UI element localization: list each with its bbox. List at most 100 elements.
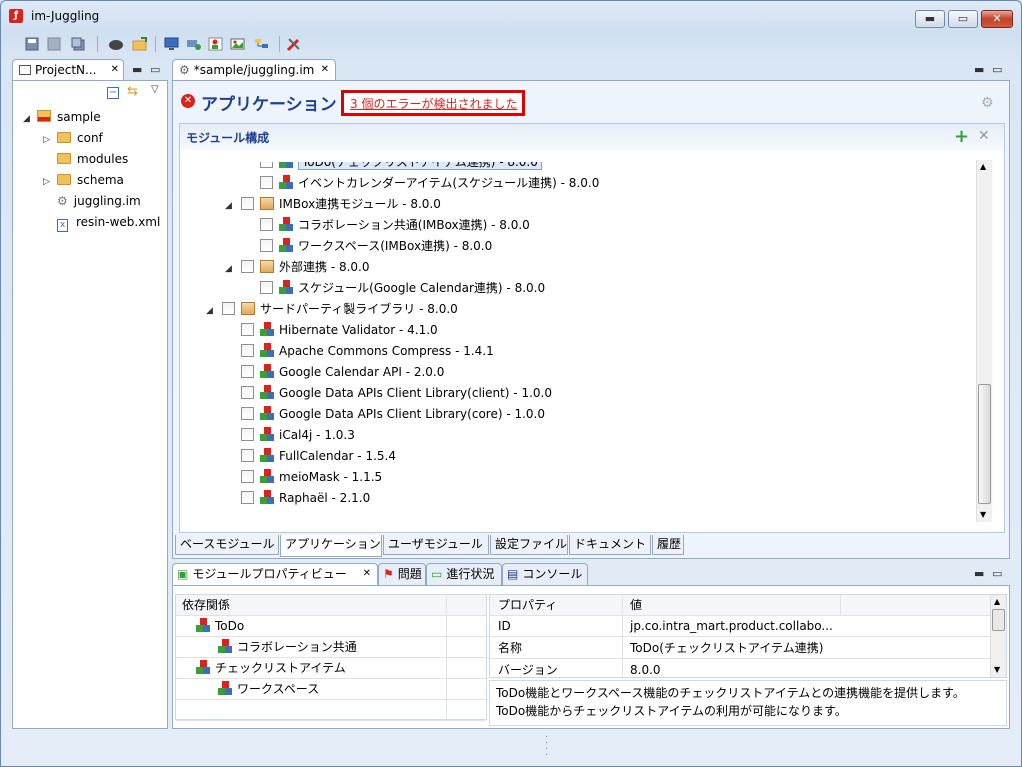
save-all-icon[interactable] (45, 35, 63, 53)
module-checkbox[interactable] (241, 428, 254, 441)
tree-item[interactable]: ▷ schema (43, 170, 124, 190)
remove-module-button[interactable]: ✕ (978, 128, 990, 144)
scroll-down-icon[interactable]: ▼ (994, 665, 1000, 674)
module-tree-item[interactable]: Raphaël - 2.1.0 (225, 488, 370, 508)
property-scrollbar[interactable]: ▲ ▼ (990, 595, 1006, 677)
editor-page-tab[interactable]: ベースモジュール (175, 535, 279, 555)
bottom-view-tab[interactable]: ▭ 進行状況 (426, 563, 502, 585)
property-row[interactable]: ID jp.co.intra_mart.product.collabo... (490, 616, 990, 637)
collapse-toggle-icon[interactable]: ◢ (225, 196, 235, 216)
module-tree-item[interactable]: FullCalendar - 1.5.4 (225, 446, 396, 466)
view-menu-icon[interactable]: ▽ (151, 84, 159, 95)
bottom-view-tab[interactable]: ▣ モジュールプロパティビュー ✕ (172, 563, 378, 585)
tree-item[interactable]: ◢ sample (23, 107, 101, 127)
minimize-button[interactable]: ▬ (915, 10, 945, 28)
close-icon[interactable]: ✕ (363, 564, 371, 584)
module-tree-item[interactable]: Google Data APIs Client Library(client) … (225, 383, 552, 403)
link-editor-icon[interactable]: ⇆ (127, 84, 138, 99)
module-checkbox[interactable] (241, 491, 254, 504)
editor-page-tab[interactable]: 履歴 (652, 535, 684, 555)
expand-toggle-icon[interactable]: ▷ (43, 130, 53, 150)
module-checkbox[interactable] (260, 176, 273, 189)
collapse-toggle-icon[interactable]: ◢ (225, 259, 235, 279)
image-icon[interactable] (229, 35, 247, 53)
tree-item[interactable]: x resin-web.xml (43, 212, 160, 232)
bottom-view-tab[interactable]: ▤ コンソール (502, 563, 588, 585)
maximize-button[interactable]: ▭ (948, 10, 978, 28)
module-tree-item[interactable]: ◢ サードパーティ製ライブラリ - 8.0.0 (206, 299, 458, 319)
add-module-button[interactable]: + (954, 126, 969, 147)
module-tree-item[interactable]: コラボレーション共通(IMBox連携) - 8.0.0 (244, 215, 530, 235)
minimize-view-icon[interactable]: ▬ (974, 567, 984, 580)
save-icon[interactable] (23, 35, 41, 53)
module-checkbox[interactable] (241, 344, 254, 357)
maximize-view-icon[interactable]: ▭ (150, 63, 160, 76)
tree-item[interactable]: ▷ conf (43, 128, 103, 148)
maximize-view-icon[interactable]: ▭ (992, 63, 1002, 76)
module-tree-item[interactable]: ◢ 外部連携 - 8.0.0 (225, 257, 370, 277)
open-folder-icon[interactable] (131, 35, 149, 53)
editor-page-tab[interactable]: ドキュメント (569, 535, 651, 555)
person-icon[interactable] (207, 35, 225, 53)
expand-toggle-icon[interactable]: ▷ (43, 172, 53, 192)
expand-toggle-icon[interactable]: ◢ (23, 109, 33, 129)
close-button[interactable]: ✕ (981, 10, 1013, 28)
module-tree-item[interactable]: ◢ IMBox連携モジュール - 8.0.0 (225, 194, 441, 214)
scroll-up-icon[interactable]: ▲ (994, 597, 1000, 606)
editor-page-tab[interactable]: 設定ファイル (490, 535, 568, 555)
module-tree-item[interactable]: Hibernate Validator - 4.1.0 (225, 320, 438, 340)
collapse-all-icon[interactable]: − (107, 87, 119, 99)
collapse-toggle-icon[interactable]: ◢ (206, 301, 216, 321)
scroll-down-icon[interactable]: ▼ (980, 510, 986, 519)
dependency-row[interactable]: チェックリストアイテム (176, 658, 486, 679)
tree-item[interactable]: ⚙ juggling.im (43, 191, 141, 211)
module-tree-item[interactable]: Google Calendar API - 2.0.0 (225, 362, 444, 382)
module-tree-item[interactable]: ワークスペース(IMBox連携) - 8.0.0 (244, 236, 492, 256)
tab-editor-juggling[interactable]: ⚙ *sample/juggling.im ✕ (172, 59, 336, 81)
module-tree-item[interactable]: Google Data APIs Client Library(core) - … (225, 404, 545, 424)
module-checkbox[interactable] (260, 281, 273, 294)
tools-icon[interactable] (285, 35, 303, 53)
tab-project-explorer[interactable]: ProjectN... ✕ (12, 59, 124, 81)
module-checkbox[interactable] (222, 302, 235, 315)
module-checkbox[interactable] (241, 470, 254, 483)
tree-icon[interactable] (253, 35, 271, 53)
close-icon[interactable]: ✕ (321, 60, 329, 80)
scroll-thumb[interactable] (978, 384, 991, 504)
dependency-row[interactable]: ワークスペース (176, 679, 486, 700)
module-checkbox[interactable] (260, 218, 273, 231)
module-checkbox[interactable] (241, 323, 254, 336)
editor-gear-icon[interactable]: ⚙ (981, 95, 994, 111)
module-tree-item[interactable]: スケジュール(Google Calendar連携) - 8.0.0 (244, 278, 545, 298)
module-tree-item[interactable]: ToDo(チェックリストアイテム連携) - 8.0.0 (244, 162, 542, 172)
module-tree-item[interactable]: イベントカレンダーアイテム(スケジュール連携) - 8.0.0 (244, 173, 599, 193)
module-checkbox[interactable] (260, 239, 273, 252)
editor-page-tab[interactable]: ユーザモジュール (383, 535, 489, 555)
tree-item[interactable]: modules (43, 149, 128, 169)
scroll-up-icon[interactable]: ▲ (980, 162, 986, 171)
maximize-view-icon[interactable]: ▭ (992, 567, 1002, 580)
module-checkbox[interactable] (241, 449, 254, 462)
module-tree-item[interactable]: meioMask - 1.1.5 (225, 467, 382, 487)
save-as-icon[interactable] (69, 35, 87, 53)
module-tree-scrollbar[interactable]: ▲ ▼ (976, 160, 992, 522)
deploy-icon[interactable] (185, 35, 203, 53)
property-row[interactable]: 名称 ToDo(チェックリストアイテム連携) (490, 638, 990, 659)
minimize-view-icon[interactable]: ▬ (132, 63, 142, 76)
error-link[interactable]: 3 個のエラーが検出されました (350, 95, 517, 112)
module-checkbox[interactable] (241, 365, 254, 378)
close-icon[interactable]: ✕ (111, 60, 119, 80)
module-checkbox[interactable] (241, 260, 254, 273)
module-tree-item[interactable]: iCal4j - 1.0.3 (225, 425, 355, 445)
run-icon[interactable] (107, 35, 125, 53)
module-checkbox[interactable] (241, 386, 254, 399)
editor-page-tab[interactable]: アプリケーション (280, 535, 382, 557)
dependency-row[interactable]: コラボレーション共通 (176, 637, 486, 658)
minimize-view-icon[interactable]: ▬ (974, 63, 984, 76)
bottom-view-tab[interactable]: ⚑ 問題 (378, 563, 426, 585)
module-checkbox[interactable] (241, 407, 254, 420)
module-checkbox[interactable] (241, 197, 254, 210)
module-checkbox[interactable] (260, 162, 273, 168)
dependency-row[interactable]: ToDo (176, 616, 486, 637)
scroll-thumb[interactable] (992, 609, 1005, 631)
